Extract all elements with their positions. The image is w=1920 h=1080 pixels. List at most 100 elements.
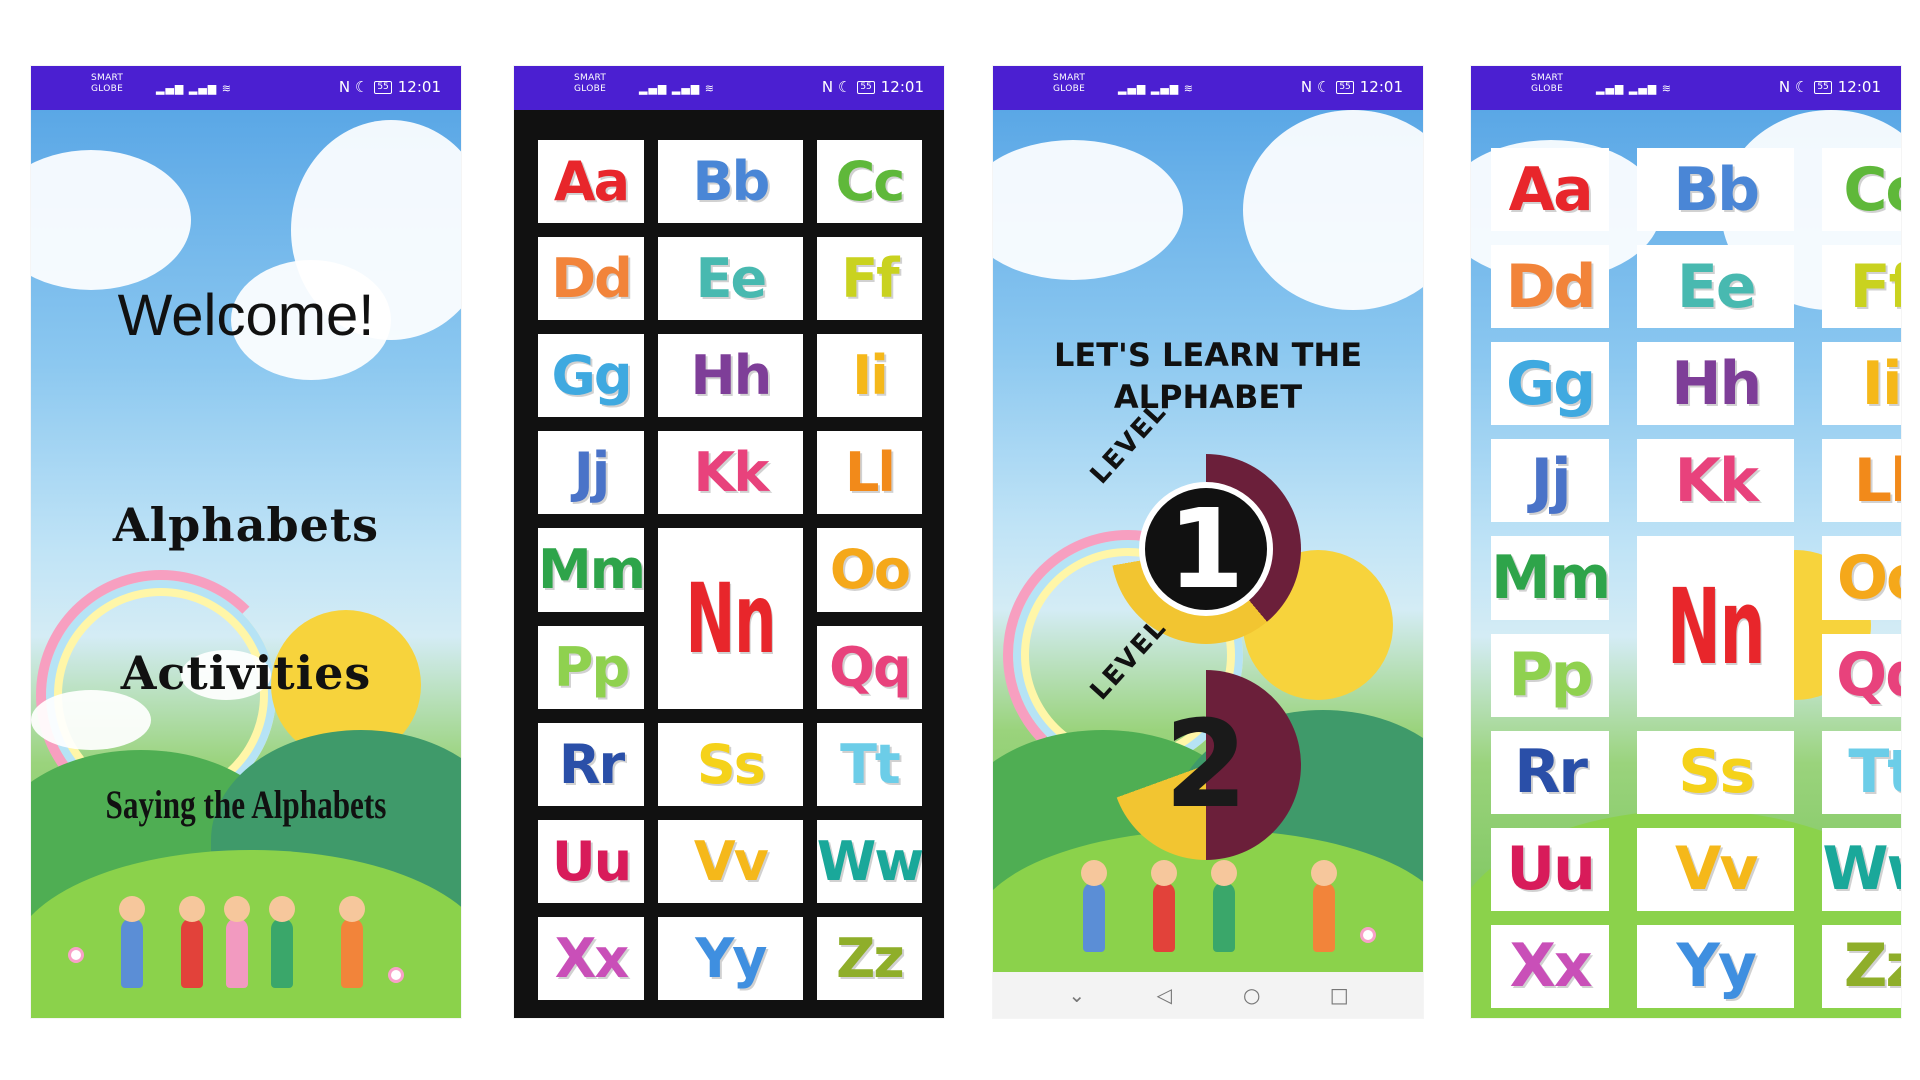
- letter-tile-m[interactable]: Mm: [1491, 536, 1611, 620]
- child-figure: [179, 896, 205, 988]
- letter-label: Ll: [844, 441, 896, 505]
- letter-label: Hh: [1671, 348, 1762, 419]
- letter-tile-r[interactable]: Rr: [1491, 730, 1610, 814]
- letter-tile-n[interactable]: Nn: [658, 528, 803, 709]
- letter-tile-d[interactable]: Dd: [538, 237, 645, 321]
- letter-tile-o[interactable]: Oo: [816, 528, 923, 612]
- letter-tile-b[interactable]: Bb: [658, 140, 803, 224]
- letter-tile-m[interactable]: Mm: [538, 528, 646, 612]
- status-bar: SMART GLOBE ▂▄▆ ▂▄▆ ≋ N ☾ 55 12:01: [993, 66, 1423, 110]
- letter-tile-w[interactable]: Ww: [816, 819, 924, 903]
- letter-tile-o[interactable]: Oo: [1822, 536, 1901, 620]
- letter-label: Pp: [1508, 640, 1594, 711]
- letter-tile-y[interactable]: Yy: [1637, 924, 1795, 1008]
- saying-alphabets-menu-button[interactable]: Saying the Alphabets: [78, 781, 413, 828]
- learn-title-line1: LET'S LEARN THE: [1053, 336, 1363, 374]
- letter-label: Dd: [1505, 251, 1597, 322]
- letter-tile-c[interactable]: Cc: [1822, 148, 1901, 232]
- letter-label: Xx: [1509, 931, 1593, 1002]
- carrier-globe: GLOBE: [1531, 84, 1564, 94]
- letter-tile-e[interactable]: Ee: [1637, 245, 1795, 329]
- letter-label: Ee: [1676, 251, 1757, 322]
- letter-tile-i[interactable]: Ii: [1822, 342, 1901, 426]
- letter-label: Qq: [1836, 640, 1901, 711]
- nfc-moon-icon: N ☾: [1778, 78, 1809, 96]
- hide-nav-icon[interactable]: ⌄: [1057, 983, 1097, 1007]
- activities-menu-button[interactable]: Activities: [31, 646, 461, 700]
- letter-tile-u[interactable]: Uu: [538, 819, 645, 903]
- levels-screen: SMART GLOBE ▂▄▆ ▂▄▆ ≋ N ☾ 55 12:01 LET'S…: [993, 66, 1423, 1018]
- letter-tile-p[interactable]: Pp: [1491, 633, 1610, 717]
- letter-label: Rr: [1514, 737, 1588, 808]
- letter-tile-n[interactable]: Nn: [1637, 536, 1795, 717]
- letter-tile-t[interactable]: Tt: [816, 722, 923, 806]
- letter-tile-f[interactable]: Ff: [816, 237, 923, 321]
- letter-tile-h[interactable]: Hh: [658, 334, 803, 418]
- learn-title-line2: ALPHABET: [1113, 378, 1303, 416]
- letter-tile-i[interactable]: Ii: [816, 334, 923, 418]
- battery-icon: 55: [374, 80, 392, 94]
- letter-label: Aa: [553, 150, 630, 214]
- letter-tile-w[interactable]: Ww: [1822, 827, 1901, 911]
- letter-tile-u[interactable]: Uu: [1491, 827, 1610, 911]
- letter-tile-s[interactable]: Ss: [1637, 730, 1795, 814]
- letter-label: Tt: [840, 732, 901, 796]
- letter-tile-q[interactable]: Qq: [1822, 633, 1901, 717]
- letter-tile-l[interactable]: Ll: [816, 431, 923, 515]
- letter-tile-a[interactable]: Aa: [1491, 148, 1610, 232]
- letter-tile-c[interactable]: Cc: [816, 140, 923, 224]
- letter-label: Jj: [1530, 445, 1572, 516]
- letter-grid: Aa Bb Cc Dd Ee Ff Gg Hh Ii Jj Kk Ll Mm Nn Oo Pp Qq Rr Ss Tt…: [538, 140, 924, 1000]
- clock: 12:01: [1837, 78, 1881, 96]
- carrier-globe: GLOBE: [1053, 84, 1086, 94]
- carrier-label: SMART GLOBE: [574, 73, 606, 95]
- letter-tile-s[interactable]: Ss: [658, 722, 803, 806]
- letter-label: Oo: [1837, 542, 1901, 613]
- letter-tile-x[interactable]: Xx: [1491, 924, 1610, 1008]
- alphabets-menu-button[interactable]: Alphabets: [31, 498, 461, 552]
- carrier-smart: SMART: [1053, 73, 1086, 83]
- letter-tile-z[interactable]: Zz: [1822, 924, 1901, 1008]
- letter-tile-z[interactable]: Zz: [816, 916, 923, 1000]
- letter-tile-q[interactable]: Qq: [816, 625, 923, 709]
- level-1-button[interactable]: 1 LEVEL: [1085, 397, 1301, 644]
- letter-label: Ff: [1849, 251, 1901, 322]
- letter-tile-j[interactable]: Jj: [1491, 439, 1610, 523]
- letter-label: Nn: [685, 562, 777, 675]
- letter-tile-h[interactable]: Hh: [1637, 342, 1795, 426]
- letter-tile-k[interactable]: Kk: [1637, 439, 1795, 523]
- letter-label: Ii: [1861, 348, 1901, 419]
- letter-tile-j[interactable]: Jj: [538, 431, 645, 515]
- signal-icon: ▂▄▆ ▂▄▆ ≋: [156, 82, 232, 95]
- letter-label: Bb: [692, 150, 770, 214]
- letter-tile-b[interactable]: Bb: [1637, 148, 1795, 232]
- letter-tile-k[interactable]: Kk: [658, 431, 803, 515]
- letter-tile-f[interactable]: Ff: [1822, 245, 1901, 329]
- letter-tile-g[interactable]: Gg: [538, 334, 645, 418]
- letter-label: Ee: [695, 247, 768, 311]
- letter-tile-a[interactable]: Aa: [538, 140, 645, 224]
- letter-label: Pp: [553, 635, 630, 699]
- letter-label: Ff: [841, 247, 899, 311]
- battery-icon: 55: [1336, 80, 1354, 94]
- letter-tile-r[interactable]: Rr: [538, 722, 645, 806]
- status-bar: SMART GLOBE ▂▄▆ ▂▄▆ ≋ N ☾ 55 12:01: [514, 66, 944, 110]
- letter-tile-l[interactable]: Ll: [1822, 439, 1901, 523]
- letter-tile-g[interactable]: Gg: [1491, 342, 1610, 426]
- letter-label: Qq: [829, 635, 912, 699]
- letter-tile-y[interactable]: Yy: [658, 916, 803, 1000]
- status-bar: SMART GLOBE ▂▄▆ ▂▄▆ ≋ N ☾ 55 12:01: [1471, 66, 1901, 110]
- letter-tile-x[interactable]: Xx: [538, 916, 645, 1000]
- home-icon[interactable]: ○: [1232, 983, 1272, 1007]
- letter-tile-t[interactable]: Tt: [1822, 730, 1901, 814]
- child-figure: [119, 896, 145, 988]
- letter-tile-d[interactable]: Dd: [1491, 245, 1610, 329]
- level-2-badge: 2: [1139, 696, 1273, 835]
- letter-tile-p[interactable]: Pp: [538, 625, 645, 709]
- back-icon[interactable]: ◁: [1144, 983, 1184, 1007]
- letter-tile-v[interactable]: Vv: [658, 819, 803, 903]
- letter-tile-e[interactable]: Ee: [658, 237, 803, 321]
- letter-tile-v[interactable]: Vv: [1637, 827, 1795, 911]
- level-2-button[interactable]: 2 LEVEL: [1085, 613, 1301, 860]
- recent-apps-icon[interactable]: □: [1319, 983, 1359, 1007]
